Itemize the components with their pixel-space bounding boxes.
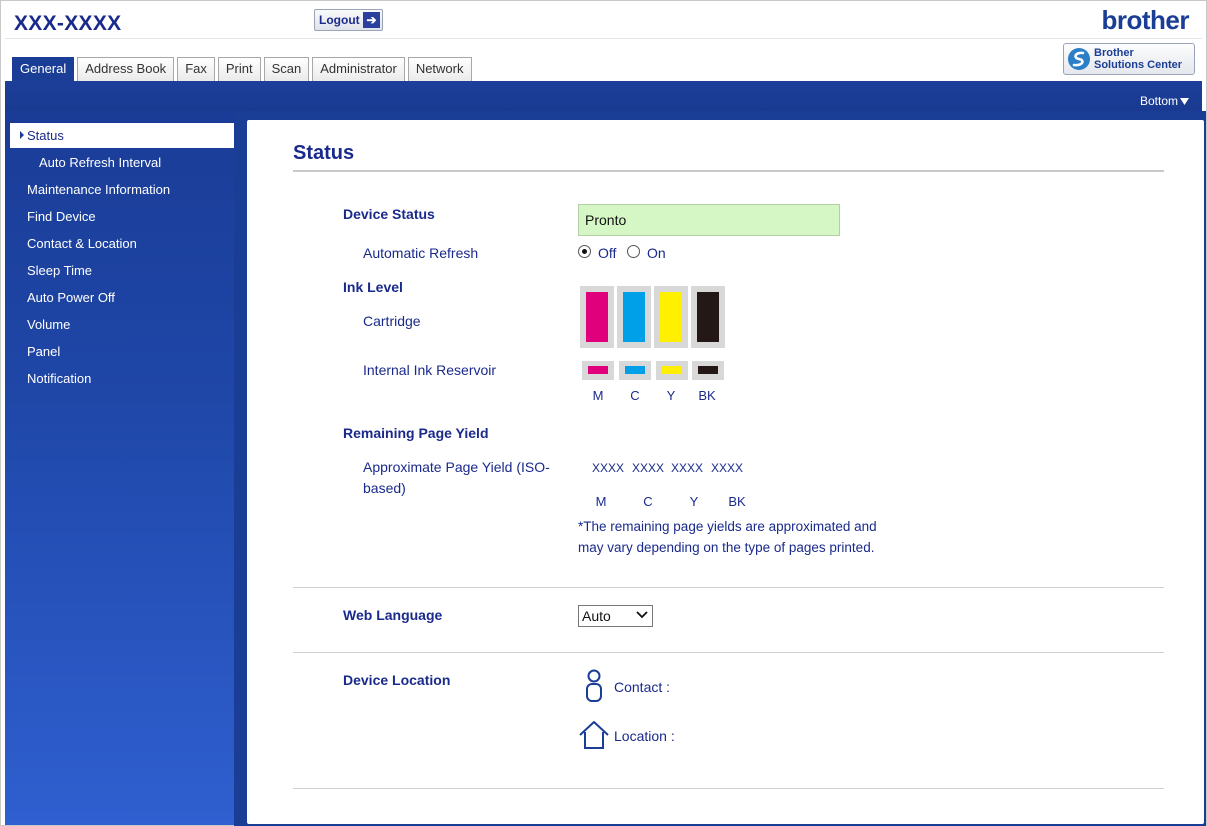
- reservoir-magenta: [582, 361, 614, 380]
- caret-right-icon: [20, 131, 24, 139]
- reservoir-yellow: [656, 361, 688, 380]
- tab-fax[interactable]: Fax: [177, 57, 215, 81]
- sidebar: Status Auto Refresh Interval Maintenance…: [5, 111, 234, 825]
- yield-note-line2: may vary depending on the type of pages …: [578, 540, 875, 555]
- person-icon: [586, 669, 602, 702]
- solutions-line2: Solutions Center: [1094, 59, 1183, 71]
- yield-value-c: XXXX: [632, 461, 665, 475]
- reservoir-black: [692, 361, 724, 380]
- solutions-center-icon: [1068, 48, 1090, 70]
- chevron-down-icon: [636, 611, 648, 619]
- tab-administrator[interactable]: Administrator: [312, 57, 405, 81]
- sidebar-item-maintenance-information[interactable]: Maintenance Information: [5, 177, 234, 202]
- house-icon: [579, 721, 609, 749]
- ink-label-c: C: [630, 388, 640, 403]
- cartridge-yellow: [654, 286, 688, 348]
- header-divider: [5, 38, 1202, 39]
- sidebar-item-status[interactable]: Status: [10, 123, 234, 148]
- tab-general[interactable]: General: [12, 57, 75, 82]
- section-divider: [293, 587, 1164, 588]
- nav-band: [5, 81, 1202, 111]
- yield-value-m: XXXX: [592, 461, 625, 475]
- logout-arrow-icon: ➔: [363, 12, 380, 28]
- cartridge-cyan: [617, 286, 651, 348]
- ink-label-y: Y: [666, 388, 676, 403]
- device-status-value: Pronto: [578, 204, 840, 236]
- contact-label: Contact :: [614, 679, 671, 695]
- yield-label-c: C: [643, 494, 653, 509]
- cartridge-label: Cartridge: [363, 313, 421, 329]
- brand-logo: brother: [1101, 5, 1190, 35]
- tab-print[interactable]: Print: [217, 57, 261, 81]
- auto-refresh-on-radio[interactable]: [627, 245, 640, 258]
- tab-scan[interactable]: Scan: [263, 57, 310, 81]
- reservoir-cyan: [619, 361, 651, 380]
- app-window: XXX-XXXX Logout ➔ brother Brother Soluti…: [0, 0, 1207, 826]
- tab-address-book[interactable]: Address Book: [77, 57, 175, 81]
- approx-yield-label-line2: based): [363, 480, 406, 496]
- sidebar-item-notification[interactable]: Notification: [5, 366, 234, 391]
- sidebar-item-sleep-time[interactable]: Sleep Time: [5, 258, 234, 283]
- main-tabs: General Address Book Fax Print Scan Admi…: [12, 57, 472, 82]
- yield-label-bk: BK: [728, 494, 746, 509]
- auto-refresh-off-label[interactable]: Off: [598, 245, 616, 261]
- bottom-link-label: Bottom: [1139, 94, 1178, 108]
- yield-label-m: M: [595, 494, 607, 509]
- solutions-line1: Brother: [1094, 47, 1134, 59]
- section-divider: [293, 652, 1164, 653]
- auto-refresh-label: Automatic Refresh: [363, 245, 479, 261]
- device-location-label: Device Location: [343, 672, 451, 688]
- sidebar-item-label: Status: [27, 128, 64, 143]
- ink-label-m: M: [592, 388, 604, 403]
- web-language-label: Web Language: [343, 607, 443, 623]
- model-name: XXX-XXXX: [14, 12, 122, 35]
- title-divider: [293, 170, 1164, 172]
- logout-label: Logout: [319, 13, 360, 27]
- logout-button[interactable]: Logout ➔: [314, 9, 383, 31]
- reservoir-label: Internal Ink Reservoir: [363, 362, 497, 378]
- page-title: Status: [293, 142, 355, 164]
- location-label: Location :: [614, 728, 675, 744]
- yield-value-y: XXXX: [671, 461, 704, 475]
- yield-label-y: Y: [689, 494, 699, 509]
- web-language-select[interactable]: Auto: [578, 605, 653, 627]
- device-status-label: Device Status: [343, 206, 435, 222]
- sidebar-item-panel[interactable]: Panel: [5, 339, 234, 364]
- web-language-value: Auto: [582, 608, 611, 624]
- sidebar-item-auto-power-off[interactable]: Auto Power Off: [5, 285, 234, 310]
- remaining-yield-label: Remaining Page Yield: [343, 425, 489, 441]
- yield-note-line1: *The remaining page yields are approxima…: [578, 519, 877, 534]
- solutions-center-button[interactable]: Brother Solutions Center: [1063, 43, 1195, 75]
- sidebar-item-auto-refresh-interval[interactable]: Auto Refresh Interval: [5, 150, 234, 175]
- auto-refresh-on-label[interactable]: On: [647, 245, 666, 261]
- cartridge-magenta: [580, 286, 614, 348]
- sidebar-item-contact-location[interactable]: Contact & Location: [5, 231, 234, 256]
- auto-refresh-off-radio[interactable]: [578, 245, 591, 258]
- tab-network[interactable]: Network: [407, 57, 472, 81]
- ink-label-bk: BK: [698, 388, 716, 403]
- section-divider: [293, 788, 1164, 789]
- sidebar-item-volume[interactable]: Volume: [5, 312, 234, 337]
- approx-yield-label-line1: Approximate Page Yield (ISO-: [363, 459, 550, 475]
- sidebar-item-find-device[interactable]: Find Device: [5, 204, 234, 229]
- bottom-link[interactable]: Bottom: [1140, 94, 1189, 108]
- cartridge-black: [691, 286, 725, 348]
- yield-value-bk: XXXX: [711, 461, 744, 475]
- ink-level-label: Ink Level: [343, 279, 403, 295]
- triangle-down-icon: [1180, 97, 1189, 105]
